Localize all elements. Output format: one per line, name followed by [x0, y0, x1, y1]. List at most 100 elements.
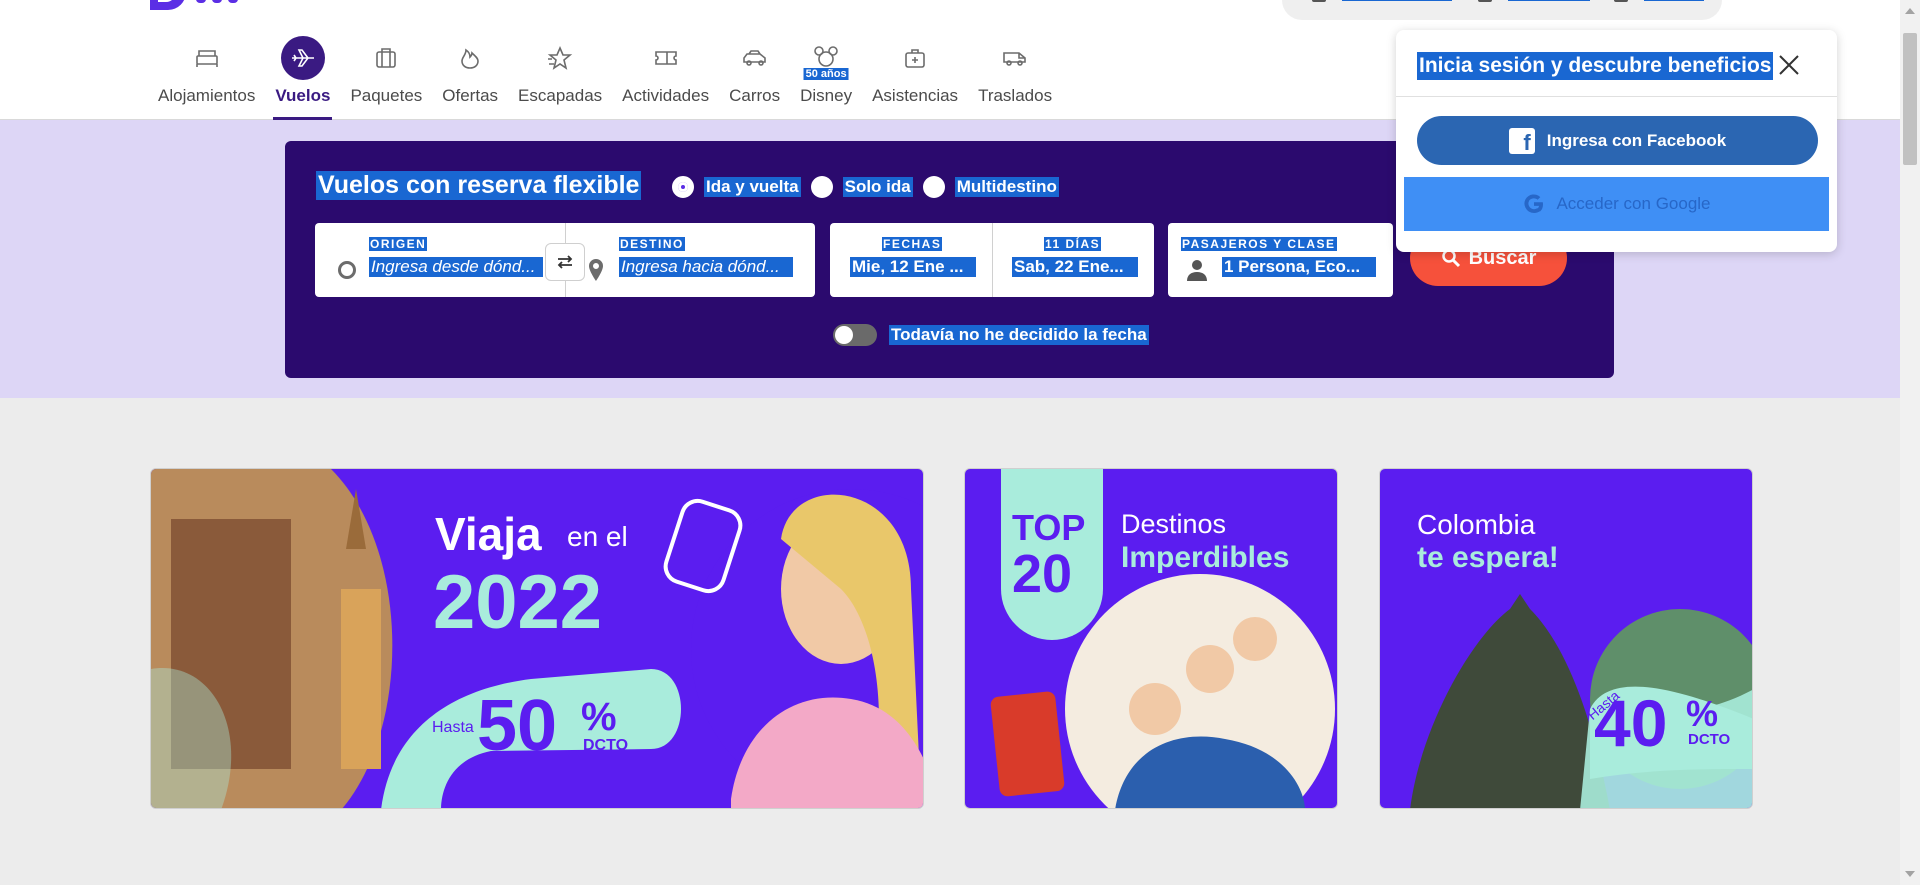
- origin-field[interactable]: ORIGEN Ingresa desde dónd...: [315, 223, 565, 297]
- page-scrollbar[interactable]: [1900, 0, 1920, 885]
- banner3-percent-sign: %: [1686, 693, 1719, 734]
- banner3-percent: 40: [1594, 686, 1668, 760]
- origin-input[interactable]: Ingresa desde dónd...: [369, 257, 543, 277]
- help-link[interactable]: [1614, 0, 1704, 2]
- facebook-login-label: Ingresa con Facebook: [1546, 130, 1727, 150]
- radio-one-way[interactable]: [810, 176, 833, 198]
- nav-label: Traslados: [978, 86, 1053, 105]
- return-date-field[interactable]: 11 DÍAS Sab, 22 Ene...: [992, 223, 1154, 297]
- nav-label: Carros: [729, 86, 781, 105]
- brand-logo-text: [196, 0, 336, 4]
- promo-banner-colombia[interactable]: Colombia te espera! Hasta 40 % DCTO: [1379, 468, 1753, 809]
- destination-field[interactable]: DESTINO Ingresa hacia dónd...: [565, 223, 815, 297]
- promo-banner-2022[interactable]: Viaja en el 2022 Hasta 50 % DCTO: [150, 468, 924, 809]
- radio-multi-destination[interactable]: [922, 176, 945, 198]
- banner1-line1: Viaja: [435, 508, 542, 560]
- star-icon: [538, 36, 582, 80]
- destination-caption: DESTINO: [619, 237, 685, 251]
- trip-type-options: Ida y vuelta Solo ida Multidestino: [672, 176, 1069, 198]
- nav-label: Actividades: [622, 86, 710, 105]
- account-link[interactable]: [1312, 0, 1452, 2]
- origin-caption: ORIGEN: [369, 237, 428, 251]
- passengers-caption: PASAJEROS Y CLASE: [1181, 237, 1337, 251]
- banner2-number: 20: [1012, 544, 1073, 604]
- passengers-field[interactable]: PASAJEROS Y CLASE 1 Persona, Eco...: [1168, 223, 1393, 297]
- passengers-inner: PASAJEROS Y CLASE 1 Persona, Eco...: [1168, 223, 1393, 297]
- banner2-line2: Imperdibles: [1121, 541, 1290, 574]
- google-login-label: Acceder con Google: [1556, 194, 1711, 213]
- nav-item-vuelos[interactable]: Vuelos: [265, 36, 340, 120]
- medical-kit-icon: [893, 36, 937, 80]
- nav-item-actividades[interactable]: Actividades: [612, 36, 719, 120]
- nav-item-carros[interactable]: Carros: [719, 36, 790, 120]
- fire-icon: [448, 36, 492, 80]
- cart-link[interactable]: [1478, 0, 1590, 2]
- nav-item-asistencias[interactable]: Asistencias: [862, 36, 968, 120]
- return-date-value[interactable]: Sab, 22 Ene...: [1012, 257, 1138, 277]
- nav-item-ofertas[interactable]: Ofertas: [432, 36, 508, 120]
- banner1-year: 2022: [433, 560, 603, 645]
- flexible-date-label[interactable]: Todavía no he decidido la fecha: [889, 325, 1149, 345]
- search-title: Vuelos con reserva flexible: [316, 171, 642, 200]
- nav-item-paquetes[interactable]: Paquetes: [340, 36, 432, 120]
- banner3-line1: Colombia: [1417, 509, 1536, 540]
- banner1-percent-sign: %: [581, 695, 617, 739]
- google-icon: [1524, 194, 1544, 214]
- promo-banner-top20[interactable]: TOP 20 Destinos Imperdibles: [964, 468, 1338, 809]
- duration-caption: 11 DÍAS: [1044, 237, 1102, 251]
- location-pin-icon: [589, 259, 603, 281]
- trip-type-label[interactable]: Multidestino: [954, 177, 1059, 197]
- nav-item-escapadas[interactable]: Escapadas: [508, 36, 612, 120]
- account-bar: [1282, 0, 1722, 20]
- banner2-line1: Destinos: [1121, 509, 1227, 539]
- suitcase-icon: [364, 36, 408, 80]
- flexible-date-row: Todavía no he decidido la fecha: [833, 324, 1149, 346]
- nav-label: Escapadas: [518, 86, 603, 105]
- help-icon: [1614, 0, 1628, 2]
- banner1-line1b: en el: [567, 521, 628, 552]
- google-login-button[interactable]: Acceder con Google: [1404, 177, 1829, 231]
- scroll-down-arrow-icon[interactable]: [1905, 871, 1915, 877]
- banner1-dcto: DCTO: [583, 737, 629, 754]
- plane-icon: [280, 36, 325, 80]
- close-icon[interactable]: [1774, 50, 1804, 80]
- nav-label: Asistencias: [872, 86, 959, 105]
- departure-date-field[interactable]: FECHAS Mie, 12 Ene ...: [830, 223, 992, 297]
- banner3-dcto: DCTO: [1688, 731, 1731, 748]
- scrollbar-thumb[interactable]: [1903, 33, 1917, 165]
- dates-caption: FECHAS: [882, 237, 943, 251]
- account-icon: [1312, 0, 1326, 2]
- anniversary-badge: 50 años: [803, 68, 849, 80]
- origin-circle-icon: [338, 261, 356, 279]
- product-nav: Alojamientos Vuelos Paquetes Ofertas Esc…: [148, 36, 1062, 120]
- trip-type-label[interactable]: Solo ida: [842, 177, 913, 197]
- nav-item-traslados[interactable]: Traslados: [968, 36, 1062, 120]
- banner1-hasta: Hasta: [432, 719, 474, 736]
- banner3-line2: te espera!: [1417, 541, 1559, 574]
- divider: [1396, 96, 1837, 97]
- nav-label: Disney: [800, 86, 853, 105]
- nav-label: Paquetes: [350, 86, 423, 105]
- departure-date-value[interactable]: Mie, 12 Ene ...: [850, 257, 976, 277]
- nav-item-disney[interactable]: 50 años Disney: [790, 36, 862, 120]
- radio-round-trip[interactable]: [672, 176, 694, 198]
- nav-label: Alojamientos: [158, 86, 256, 105]
- origin-destination-group: ORIGEN Ingresa desde dónd... DESTINO Ing…: [315, 223, 815, 297]
- scroll-up-arrow-icon[interactable]: [1905, 8, 1915, 14]
- nav-label: Vuelos: [275, 86, 331, 105]
- ticket-icon: [644, 36, 688, 80]
- flexible-date-toggle[interactable]: [833, 324, 877, 346]
- login-popover: Inicia sesión y descubre beneficios f In…: [1396, 30, 1837, 252]
- passengers-value[interactable]: 1 Persona, Eco...: [1222, 257, 1376, 277]
- facebook-icon: f: [1508, 127, 1535, 154]
- dates-group: FECHAS Mie, 12 Ene ... 11 DÍAS Sab, 22 E…: [830, 223, 1154, 297]
- car-icon: [733, 36, 777, 80]
- banner1-percent: 50: [477, 686, 558, 766]
- destination-input[interactable]: Ingresa hacia dónd...: [619, 257, 793, 277]
- popover-title: Inicia sesión y descubre beneficios: [1417, 52, 1774, 80]
- facebook-login-button[interactable]: f Ingresa con Facebook: [1417, 116, 1818, 165]
- nav-label: Ofertas: [442, 86, 499, 105]
- brand-logo[interactable]: [150, 0, 186, 10]
- nav-item-alojamientos[interactable]: Alojamientos: [148, 36, 265, 120]
- trip-type-label[interactable]: Ida y vuelta: [704, 177, 801, 197]
